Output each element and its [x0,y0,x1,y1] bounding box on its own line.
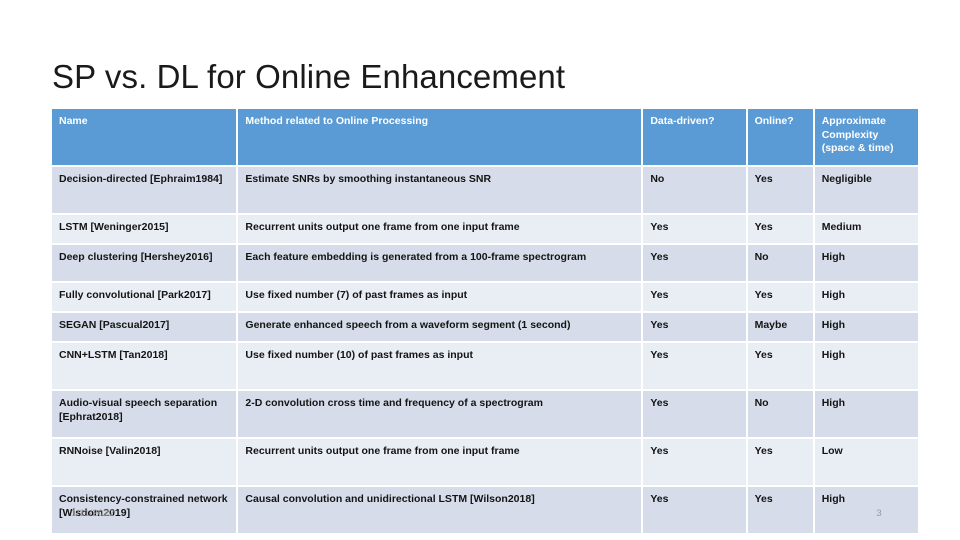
cell-name: Audio-visual speech separation [Ephrat20… [52,391,239,439]
cell-data-driven: Yes [643,487,748,533]
column-header-complexity: Approximate Complexity (space & time) [814,109,918,167]
cell-online: Yes [747,343,815,391]
cell-online: Yes [747,215,815,245]
cell-complexity: High [814,391,918,439]
page-title: SP vs. DL for Online Enhancement [52,58,566,95]
comparison-table-container: Name Method related to Online Processing… [52,109,918,533]
cell-name: SEGAN [Pascual2017] [52,313,239,343]
table-row: LSTM [Weninger2015] Recurrent units outp… [52,215,918,245]
cell-method: 2-D convolution cross time and frequency… [238,391,644,439]
footer-page-number: 3 [876,508,882,519]
cell-complexity: High [814,283,918,313]
cell-complexity: Negligible [814,167,918,215]
cell-method: Each feature embedding is generated from… [238,245,644,283]
cell-method: Recurrent units output one frame from on… [238,439,644,487]
cell-name: RNNoise [Valin2018] [52,439,239,487]
table-row: SEGAN [Pascual2017] Generate enhanced sp… [52,313,918,343]
footer-date: 1/11/2022 [71,508,115,519]
comparison-table: Name Method related to Online Processing… [52,109,918,533]
cell-name: Decision-directed [Ephraim1984] [52,167,239,215]
cell-online: Yes [747,283,815,313]
cell-data-driven: Yes [643,343,748,391]
cell-name: Fully convolutional [Park2017] [52,283,239,313]
column-header-method: Method related to Online Processing [238,109,644,167]
cell-online: Maybe [747,313,815,343]
cell-method: Causal convolution and unidirectional LS… [238,487,644,533]
table-row: CNN+LSTM [Tan2018] Use fixed number (10)… [52,343,918,391]
cell-online: No [747,391,815,439]
cell-online: No [747,245,815,283]
cell-complexity: High [814,343,918,391]
cell-complexity: High [814,245,918,283]
cell-name: LSTM [Weninger2015] [52,215,239,245]
table-header-row: Name Method related to Online Processing… [52,109,918,167]
cell-name: Deep clustering [Hershey2016] [52,245,239,283]
cell-method: Use fixed number (7) of past frames as i… [238,283,644,313]
cell-data-driven: Yes [643,245,748,283]
cell-method: Use fixed number (10) of past frames as … [238,343,644,391]
cell-data-driven: Yes [643,439,748,487]
cell-data-driven: No [643,167,748,215]
column-header-data-driven: Data-driven? [643,109,748,167]
cell-data-driven: Yes [643,283,748,313]
table-row: Deep clustering [Hershey2016] Each featu… [52,245,918,283]
table-row: Audio-visual speech separation [Ephrat20… [52,391,918,439]
table-row: Fully convolutional [Park2017] Use fixed… [52,283,918,313]
cell-online: Yes [747,487,815,533]
cell-data-driven: Yes [643,215,748,245]
table-row: RNNoise [Valin2018] Recurrent units outp… [52,439,918,487]
cell-complexity: Low [814,439,918,487]
cell-data-driven: Yes [643,313,748,343]
cell-name: CNN+LSTM [Tan2018] [52,343,239,391]
cell-complexity: Medium [814,215,918,245]
slide-canvas: SP vs. DL for Online Enhancement Name Me… [0,0,960,540]
column-header-name: Name [52,109,239,167]
cell-online: Yes [747,439,815,487]
table-row: Consistency-constrained network [Wisdom2… [52,487,918,533]
table-row: Decision-directed [Ephraim1984] Estimate… [52,167,918,215]
cell-method: Estimate SNRs by smoothing instantaneous… [238,167,644,215]
cell-online: Yes [747,167,815,215]
column-header-online: Online? [747,109,815,167]
cell-method: Recurrent units output one frame from on… [238,215,644,245]
cell-method: Generate enhanced speech from a waveform… [238,313,644,343]
cell-data-driven: Yes [643,391,748,439]
cell-complexity: High [814,313,918,343]
